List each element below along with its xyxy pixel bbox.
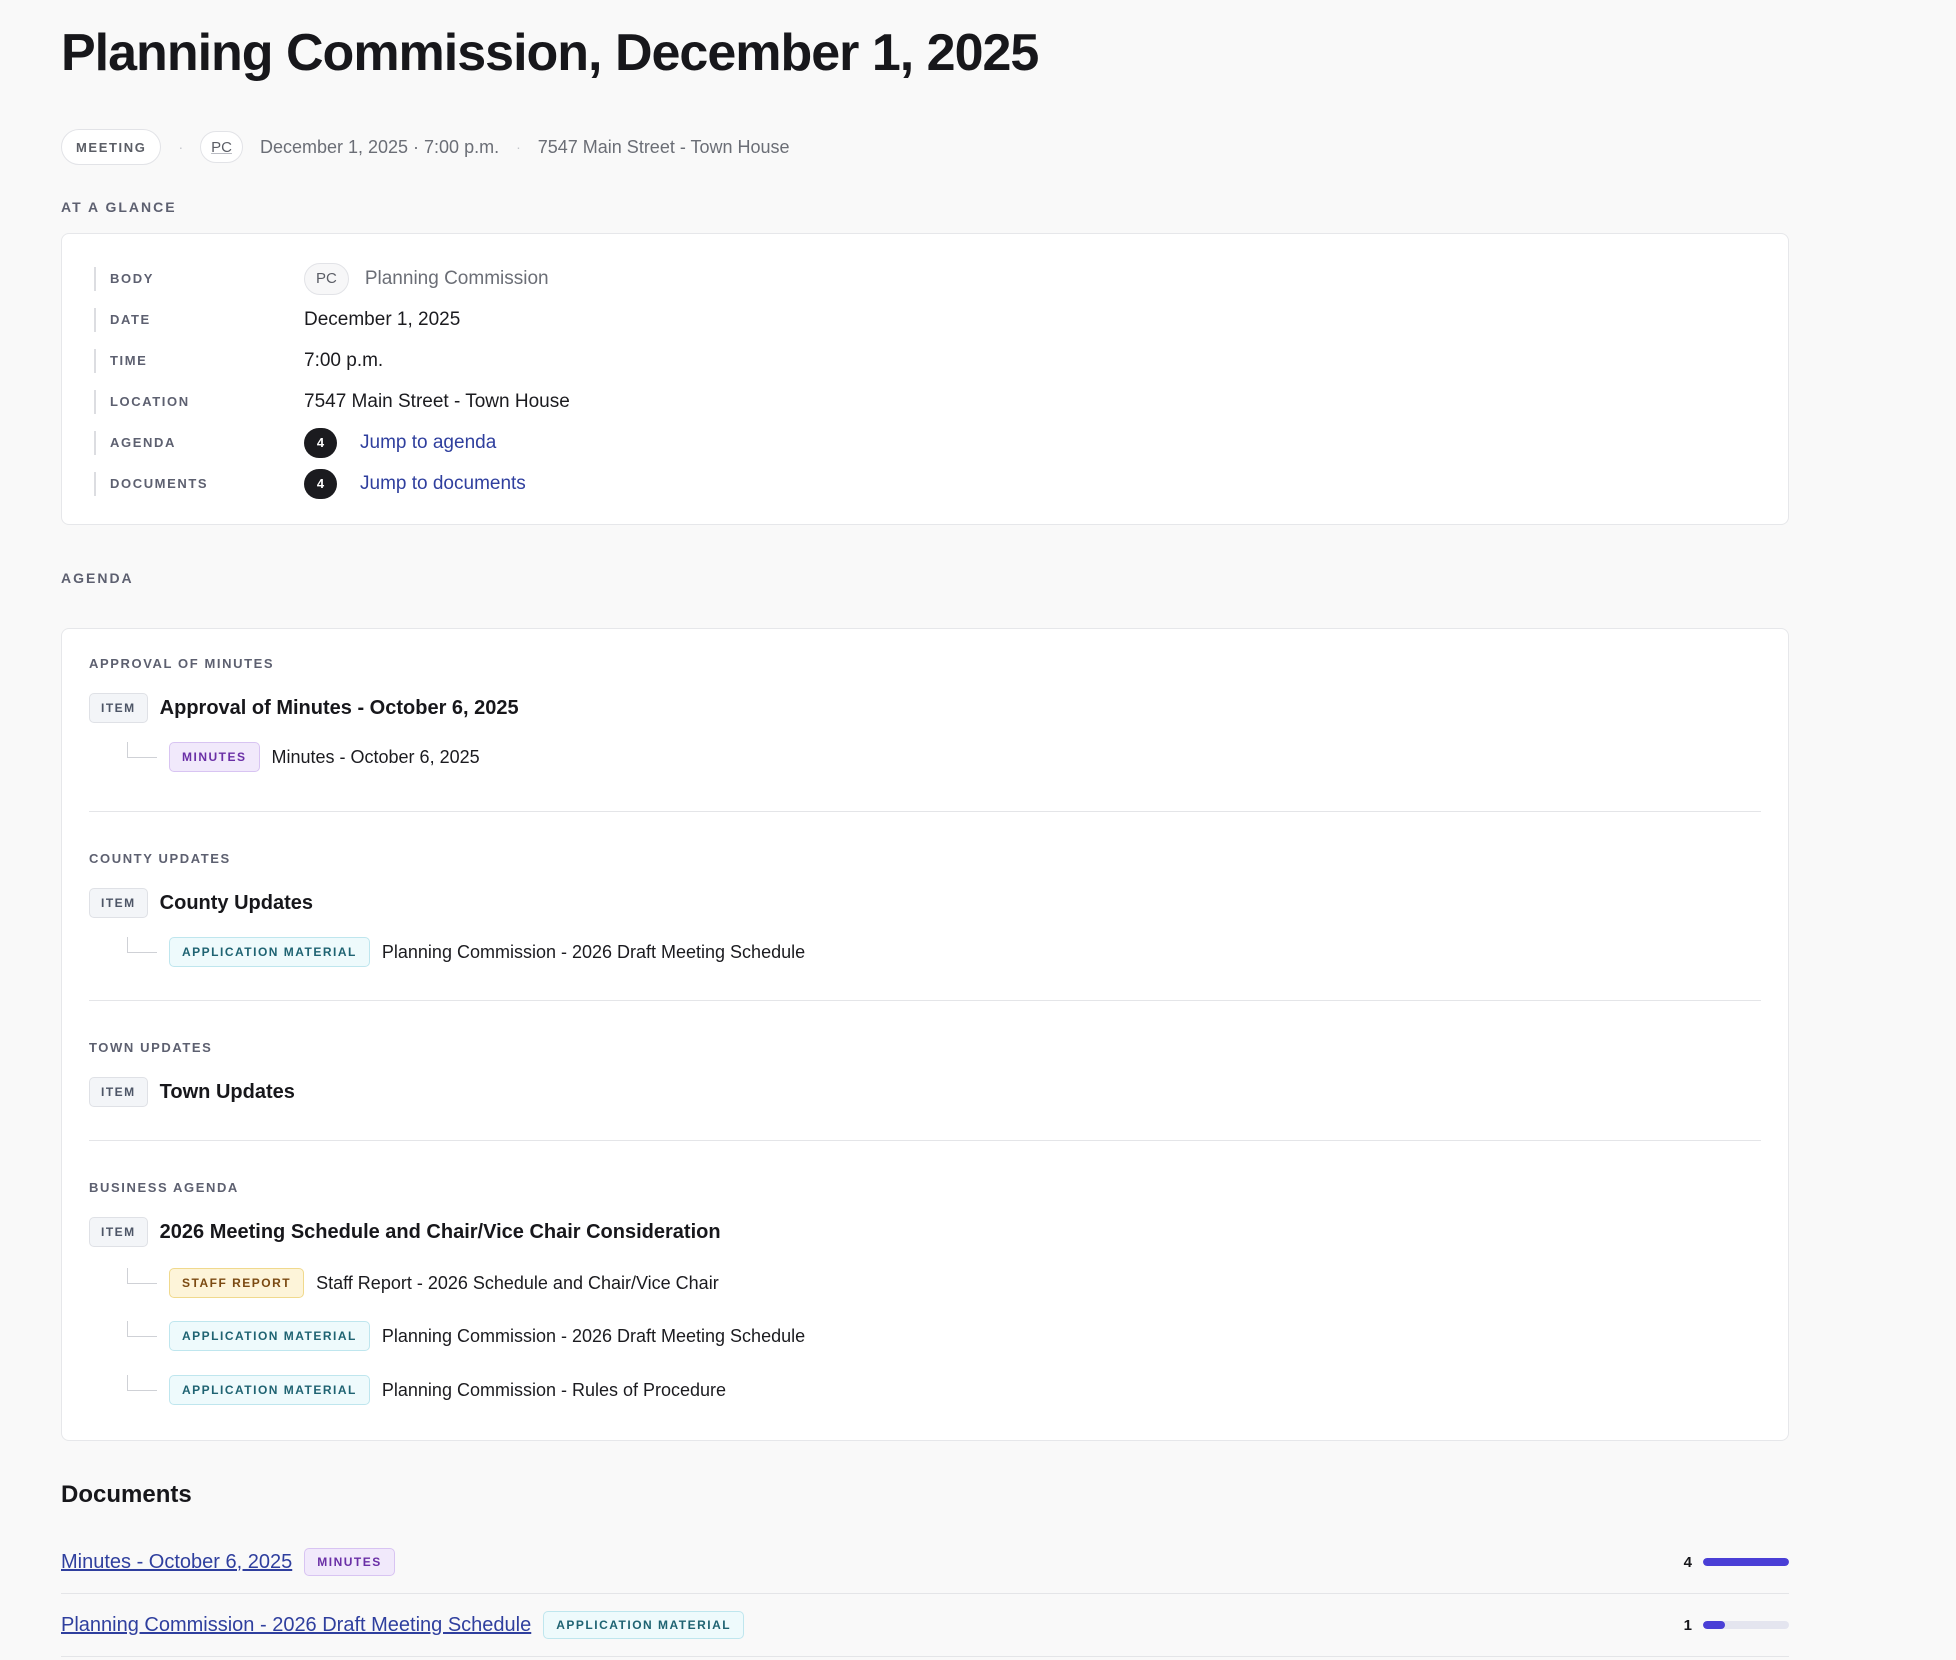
- agenda-group: BUSINESS AGENDA ITEM 2026 Meeting Schedu…: [89, 1141, 1761, 1405]
- tree-connector: [127, 1268, 157, 1284]
- attachment-title: Planning Commission - 2026 Draft Meeting…: [381, 1325, 806, 1346]
- meeting-datetime: December 1, 2025 · 7:00 p.m.: [259, 136, 500, 157]
- page-title: Planning Commission, December 1, 2025: [61, 24, 1039, 82]
- glance-row-time: TIME 7:00 p.m.: [94, 340, 1756, 381]
- application-material-tag: APPLICATION MATERIAL: [169, 1321, 370, 1351]
- document-count: 4: [1683, 1553, 1692, 1571]
- documents-count-badge: 4: [304, 468, 337, 499]
- separator-dot: ·: [516, 139, 521, 155]
- glance-row-documents: DOCUMENTS 4 Jump to documents: [94, 463, 1756, 504]
- agenda-attachment: APPLICATION MATERIAL Planning Commission…: [89, 1375, 1761, 1405]
- document-row: Planning Commission - 2026 Draft Meeting…: [61, 1594, 1789, 1657]
- agenda-attachment: STAFF REPORT Staff Report - 2026 Schedul…: [89, 1268, 1761, 1298]
- documents-heading: Documents: [61, 1481, 192, 1508]
- agenda-group-title: APPROVAL OF MINUTES: [89, 656, 275, 671]
- at-a-glance-label: AT A GLANCE: [61, 199, 177, 215]
- agenda-attachment: APPLICATION MATERIAL Planning Commission…: [89, 1321, 1761, 1351]
- document-usage-fill: [1703, 1621, 1725, 1629]
- item-tag: ITEM: [89, 693, 148, 723]
- separator-dot: ·: [178, 139, 184, 155]
- agenda-item: ITEM Town Updates: [89, 1077, 1761, 1107]
- meeting-page: Planning Commission, December 1, 2025 ME…: [0, 0, 1956, 1657]
- agenda-item: ITEM County Updates: [89, 888, 1761, 918]
- item-tag: ITEM: [89, 888, 148, 918]
- staff-report-tag: STAFF REPORT: [169, 1268, 305, 1298]
- glance-row-body: BODY PC Planning Commission: [94, 258, 1756, 299]
- at-a-glance-card: BODY PC Planning Commission DATE Decembe…: [61, 233, 1789, 525]
- glance-value: PC Planning Commission: [304, 262, 549, 295]
- document-count: 1: [1683, 1616, 1692, 1634]
- agenda-item: ITEM 2026 Meeting Schedule and Chair/Vic…: [89, 1217, 1761, 1247]
- glance-row-location: LOCATION 7547 Main Street - Town House: [94, 381, 1756, 422]
- agenda-group: APPROVAL OF MINUTES ITEM Approval of Min…: [89, 629, 1761, 812]
- application-material-tag: APPLICATION MATERIAL: [543, 1611, 745, 1639]
- glance-value: 7547 Main Street - Town House: [304, 390, 570, 412]
- tree-connector: [127, 742, 157, 758]
- jump-to-documents-link[interactable]: Jump to documents: [360, 473, 526, 495]
- application-material-tag: APPLICATION MATERIAL: [169, 1375, 370, 1405]
- attachment-title: Minutes - October 6, 2025: [271, 746, 480, 767]
- tree-connector: [127, 937, 157, 953]
- agenda-attachment: MINUTES Minutes - October 6, 2025: [89, 742, 1761, 772]
- meeting-type-badge: MEETING: [61, 129, 162, 165]
- agenda-group: COUNTY UPDATES ITEM County Updates APPLI…: [89, 812, 1761, 1001]
- tree-connector: [127, 1321, 157, 1337]
- meeting-meta: MEETING · PC December 1, 2025 · 7:00 p.m…: [61, 129, 1895, 165]
- glance-key: AGENDA: [94, 430, 304, 455]
- document-usage-fill: [1703, 1558, 1789, 1566]
- agenda-attachment: APPLICATION MATERIAL Planning Commission…: [89, 937, 1761, 967]
- body-abbr-badge: PC: [304, 262, 349, 295]
- minutes-tag: MINUTES: [304, 1548, 395, 1576]
- agenda-count-badge: 4: [304, 427, 337, 458]
- glance-value: 4 Jump to agenda: [304, 427, 496, 458]
- document-row: Minutes - October 6, 2025 MINUTES 4: [61, 1531, 1789, 1594]
- glance-key: DATE: [94, 307, 304, 332]
- document-usage-bar: [1703, 1621, 1789, 1629]
- agenda-item-title: 2026 Meeting Schedule and Chair/Vice Cha…: [159, 1220, 721, 1243]
- glance-key: LOCATION: [94, 389, 304, 414]
- tree-connector: [127, 1375, 157, 1391]
- body-name: Planning Commission: [364, 267, 549, 289]
- agenda-item: ITEM Approval of Minutes - October 6, 20…: [89, 693, 1761, 723]
- agenda-group-title: COUNTY UPDATES: [89, 851, 231, 866]
- documents-list: Minutes - October 6, 2025 MINUTES 4 Plan…: [61, 1531, 1789, 1657]
- glance-key: BODY: [94, 266, 304, 291]
- glance-value: 7:00 p.m.: [304, 349, 384, 371]
- item-tag: ITEM: [89, 1217, 148, 1247]
- attachment-title: Staff Report - 2026 Schedule and Chair/V…: [316, 1272, 719, 1293]
- glance-key: DOCUMENTS: [94, 471, 304, 496]
- minutes-tag: MINUTES: [169, 742, 260, 772]
- document-usage-bar: [1703, 1558, 1789, 1566]
- agenda-group-title: TOWN UPDATES: [89, 1040, 213, 1055]
- meeting-location: 7547 Main Street - Town House: [537, 136, 790, 157]
- glance-value: 4 Jump to documents: [304, 468, 526, 499]
- agenda-item-title: Approval of Minutes - October 6, 2025: [159, 696, 519, 719]
- agenda-item-title: Town Updates: [159, 1080, 295, 1103]
- application-material-tag: APPLICATION MATERIAL: [169, 937, 370, 967]
- glance-row-agenda: AGENDA 4 Jump to agenda: [94, 422, 1756, 463]
- agenda-label: AGENDA: [61, 570, 134, 586]
- glance-value: December 1, 2025: [304, 308, 461, 330]
- agenda-group: TOWN UPDATES ITEM Town Updates: [89, 1001, 1761, 1141]
- glance-key: TIME: [94, 348, 304, 373]
- agenda-group-title: BUSINESS AGENDA: [89, 1180, 239, 1195]
- agenda-item-title: County Updates: [159, 891, 314, 914]
- document-link[interactable]: Planning Commission - 2026 Draft Meeting…: [61, 1614, 531, 1637]
- agenda-card: APPROVAL OF MINUTES ITEM Approval of Min…: [61, 628, 1789, 1441]
- body-abbr-link[interactable]: PC: [200, 131, 243, 163]
- attachment-title: Planning Commission - 2026 Draft Meeting…: [381, 941, 806, 962]
- attachment-title: Planning Commission - Rules of Procedure: [381, 1379, 727, 1400]
- item-tag: ITEM: [89, 1077, 148, 1107]
- glance-row-date: DATE December 1, 2025: [94, 299, 1756, 340]
- document-link[interactable]: Minutes - October 6, 2025: [61, 1551, 292, 1574]
- jump-to-agenda-link[interactable]: Jump to agenda: [360, 432, 496, 454]
